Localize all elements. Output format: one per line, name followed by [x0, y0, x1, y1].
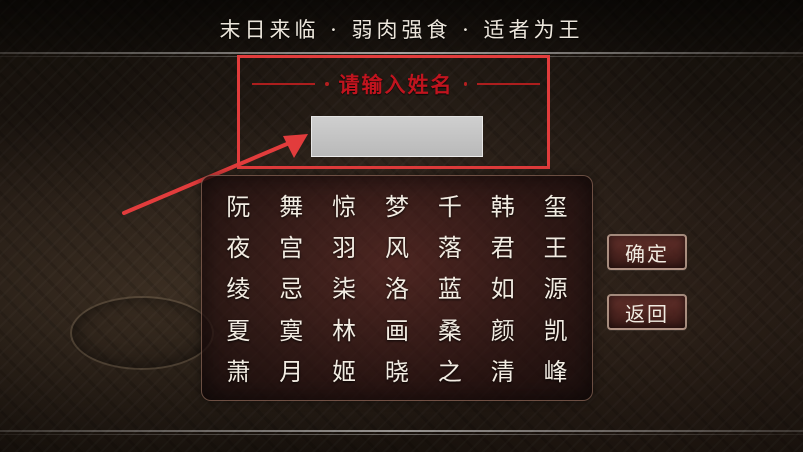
character-option[interactable]: 姬: [323, 352, 365, 386]
header-tagline: 末日来临 · 弱肉强食 · 适者为王: [219, 18, 584, 42]
character-option[interactable]: 夜: [217, 229, 259, 263]
character-option[interactable]: 桑: [429, 311, 471, 345]
character-option[interactable]: 风: [376, 229, 418, 263]
name-prompt-title-row: 请输入姓名: [252, 70, 540, 98]
character-option[interactable]: 洛: [376, 270, 418, 304]
character-option[interactable]: 如: [482, 270, 524, 304]
character-option[interactable]: 画: [376, 311, 418, 345]
decorative-line-left: [252, 83, 315, 85]
character-option[interactable]: 林: [323, 311, 365, 345]
character-option[interactable]: 凯: [535, 311, 577, 345]
character-option[interactable]: 绫: [217, 270, 259, 304]
name-input[interactable]: [311, 116, 483, 157]
top-divider: [0, 52, 803, 54]
character-option[interactable]: 之: [429, 352, 471, 386]
character-option[interactable]: 梦: [376, 188, 418, 222]
character-option[interactable]: 羽: [323, 229, 365, 263]
character-option[interactable]: 源: [535, 270, 577, 304]
decorative-line-right: [477, 83, 540, 85]
decorative-dot-left: [324, 82, 329, 86]
character-option[interactable]: 君: [482, 229, 524, 263]
character-option[interactable]: 峰: [535, 352, 577, 386]
character-option[interactable]: 宫: [270, 229, 312, 263]
character-option[interactable]: 惊: [323, 188, 365, 222]
character-option[interactable]: 月: [270, 352, 312, 386]
name-prompt-title: 请输入姓名: [338, 72, 454, 97]
character-option[interactable]: 玺: [535, 188, 577, 222]
confirm-button-label: 确定: [625, 241, 669, 266]
character-option[interactable]: 寞: [270, 311, 312, 345]
character-option[interactable]: 颜: [482, 311, 524, 345]
back-button[interactable]: 返回: [607, 294, 687, 330]
character-option[interactable]: 韩: [482, 188, 524, 222]
character-grid: 阮舞惊梦千韩玺夜宫羽风落君王绫忌柒洛蓝如源夏寞林画桑颜凯萧月姬晓之清峰: [212, 184, 582, 390]
character-option[interactable]: 千: [429, 188, 471, 222]
character-option[interactable]: 蓝: [429, 270, 471, 304]
character-option[interactable]: 落: [429, 229, 471, 263]
character-option[interactable]: 晓: [376, 352, 418, 386]
back-button-label: 返回: [625, 301, 669, 326]
character-option[interactable]: 夏: [217, 311, 259, 345]
character-option[interactable]: 清: [482, 352, 524, 386]
bottom-divider: [0, 430, 803, 432]
confirm-button[interactable]: 确定: [607, 234, 687, 270]
character-selection-panel: 阮舞惊梦千韩玺夜宫羽风落君王绫忌柒洛蓝如源夏寞林画桑颜凯萧月姬晓之清峰: [201, 175, 593, 401]
character-option[interactable]: 柒: [323, 270, 365, 304]
character-option[interactable]: 忌: [270, 270, 312, 304]
character-option[interactable]: 舞: [270, 188, 312, 222]
character-option[interactable]: 萧: [217, 352, 259, 386]
decorative-dot-right: [463, 82, 468, 86]
character-option[interactable]: 阮: [217, 188, 259, 222]
character-option[interactable]: 王: [535, 229, 577, 263]
bottom-divider-secondary: [0, 434, 803, 435]
